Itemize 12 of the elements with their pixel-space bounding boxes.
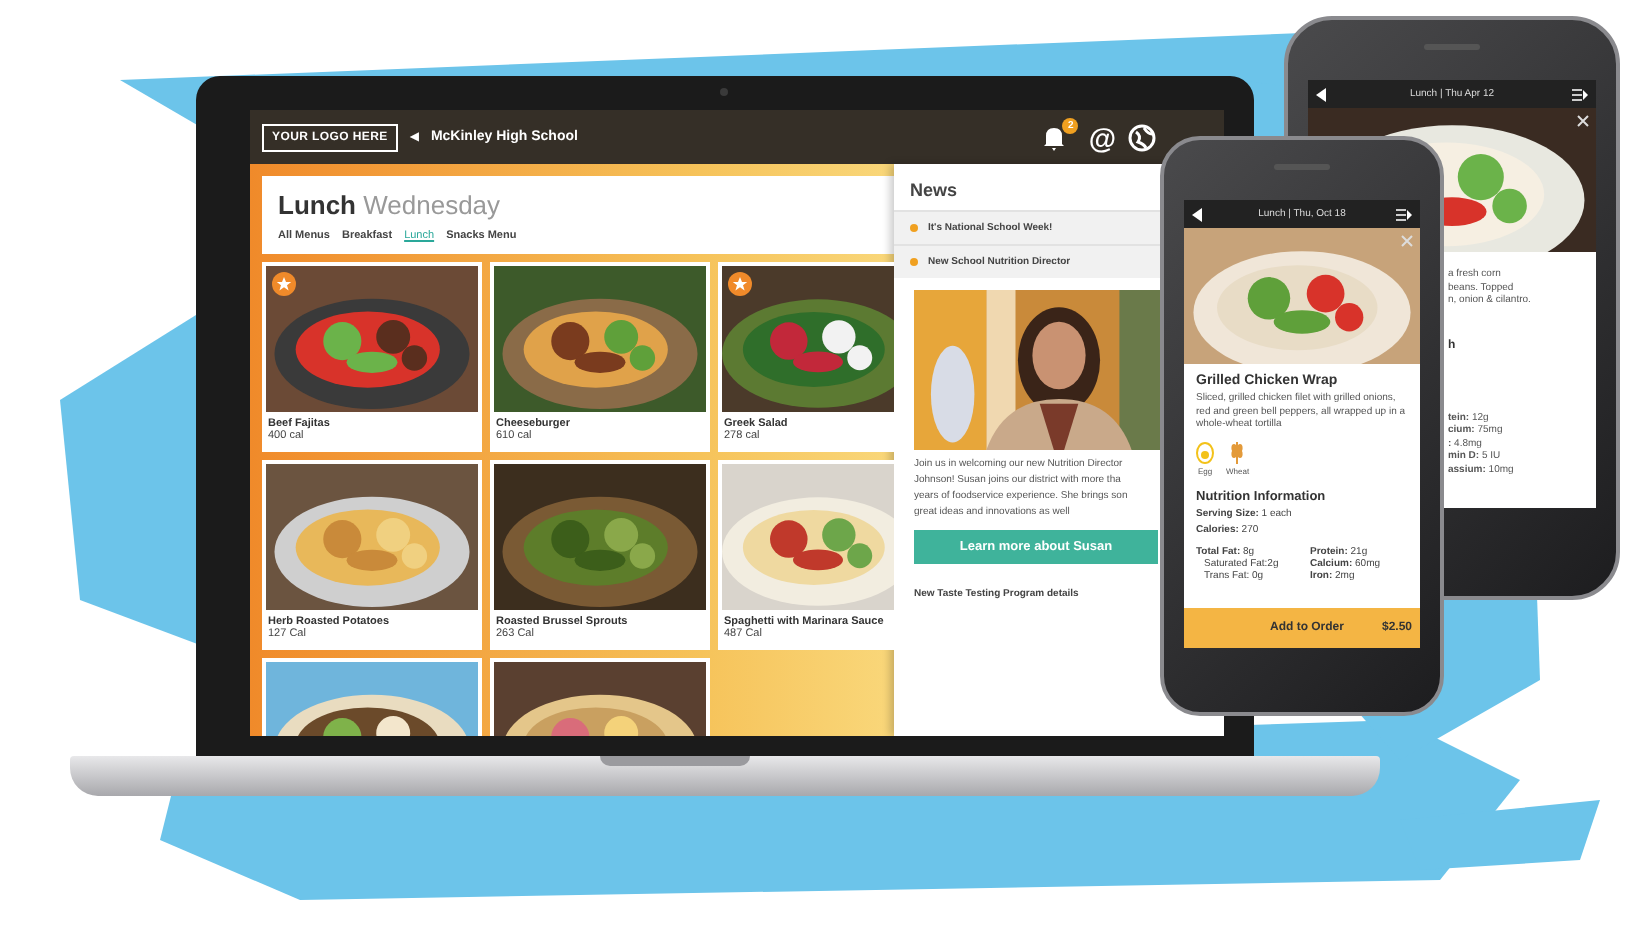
news-title: News — [908, 178, 960, 204]
at-sign[interactable]: @ — [1088, 123, 1116, 151]
menu-icon[interactable] — [1572, 87, 1588, 101]
menu-icon[interactable] — [1396, 207, 1412, 221]
wheat-icon — [1228, 441, 1247, 463]
bell-icon[interactable] — [1040, 123, 1069, 151]
close-icon[interactable] — [1576, 114, 1590, 128]
globe-icon[interactable] — [1128, 123, 1156, 151]
back-icon[interactable] — [1316, 87, 1332, 101]
menu-title: Lunch Wednesday — [278, 190, 503, 220]
egg-icon — [1196, 441, 1214, 463]
back-icon[interactable] — [1192, 207, 1208, 221]
